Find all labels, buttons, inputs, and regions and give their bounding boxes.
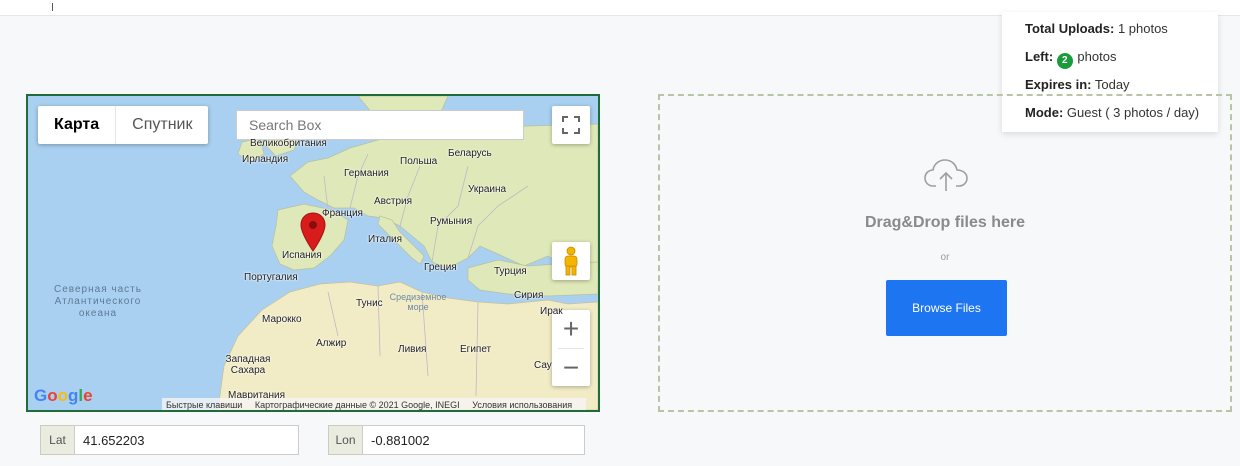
map-label-germany: Германия: [344, 168, 389, 179]
fullscreen-button[interactable]: [552, 106, 590, 144]
map-label-turkey: Турция: [494, 266, 527, 277]
google-logo: Google: [34, 386, 93, 405]
map-type-toggle[interactable]: Карта Спутник: [38, 106, 209, 144]
stats-left-label: Left:: [1025, 49, 1054, 64]
dropzone-title: Drag&Drop files here: [864, 214, 1026, 231]
stats-left-badge: 2: [1056, 53, 1073, 69]
latitude-group: Lat: [40, 425, 299, 455]
map-label-austria: Австрия: [374, 196, 413, 207]
latitude-label: Lat: [40, 425, 74, 455]
map-label-atlantic: Северная часть Атлантического океана: [54, 284, 142, 319]
map-label-greece: Греция: [424, 262, 457, 273]
latitude-input[interactable]: [74, 425, 299, 455]
longitude-group: Lon: [328, 425, 585, 455]
map-label-belarus: Беларусь: [448, 148, 492, 159]
map-label-syria: Сирия: [514, 290, 544, 301]
stats-expires-value: Today: [1094, 77, 1130, 92]
map-label-algeria: Алжир: [316, 338, 347, 349]
map-label-western-sahara: Западная Сахара: [225, 354, 271, 376]
longitude-input[interactable]: [362, 425, 585, 455]
map-label-morocco: Марокко: [262, 314, 302, 325]
map-label-ukraine: Украина: [468, 184, 507, 195]
stats-expires-label: Expires in:: [1025, 77, 1092, 92]
map-label-libya: Ливия: [398, 344, 427, 355]
street-view-button[interactable]: [552, 242, 590, 280]
map-type-satellite-button[interactable]: Спутник: [116, 106, 208, 144]
dropzone-or: or: [940, 252, 950, 263]
stats-total-value: 1 photos: [1117, 21, 1168, 36]
stats-total-row: Total Uploads: 1 photos: [1025, 20, 1218, 48]
pegman-icon: [564, 246, 578, 276]
map-label-romania: Румыния: [430, 216, 473, 227]
map-type-map-button[interactable]: Карта: [38, 106, 115, 144]
map-label-ireland: Ирландия: [242, 154, 289, 165]
map-label-mediterranean: Средиземное море: [389, 292, 447, 312]
map-search-input[interactable]: [236, 110, 524, 140]
fullscreen-icon: [562, 116, 580, 134]
top-bar-divider: [52, 3, 53, 11]
map-label-iraq: Ирак: [540, 306, 563, 317]
stats-left-row: Left: 2 photos: [1025, 48, 1218, 76]
stats-left-unit: photos: [1077, 49, 1117, 64]
zoom-control: + −: [552, 310, 590, 386]
map[interactable]: Карта Спутник + − Великобритания Ирланди…: [26, 94, 600, 412]
map-label-italy: Италия: [368, 234, 403, 245]
map-label-egypt: Египет: [460, 344, 492, 355]
cloud-upload-icon: [924, 159, 968, 191]
map-attribution: Быстрые клавиши Картографические данные …: [162, 398, 587, 410]
map-label-poland: Польша: [400, 156, 438, 167]
keyboard-shortcuts-link[interactable]: Быстрые клавиши: [166, 400, 242, 410]
stats-total-label: Total Uploads:: [1025, 21, 1115, 36]
browse-files-button[interactable]: Browse Files: [886, 280, 1007, 336]
map-label-uk: Великобритания: [250, 138, 327, 149]
upload-dropzone[interactable]: Drag&Drop files here or Browse Files: [658, 94, 1232, 412]
map-label-france: Франция: [322, 208, 363, 219]
zoom-out-button[interactable]: −: [552, 349, 590, 387]
map-data-notice: Картографические данные © 2021 Google, I…: [254, 400, 460, 410]
terms-link[interactable]: Условия использования: [472, 400, 572, 410]
location-marker[interactable]: [300, 212, 326, 257]
map-pin-icon: [300, 212, 326, 252]
map-label-tunisia: Тунис: [356, 298, 383, 309]
map-label-portugal: Португалия: [244, 272, 298, 283]
map-label-saudi: Сау: [534, 360, 552, 371]
longitude-label: Lon: [328, 425, 362, 455]
